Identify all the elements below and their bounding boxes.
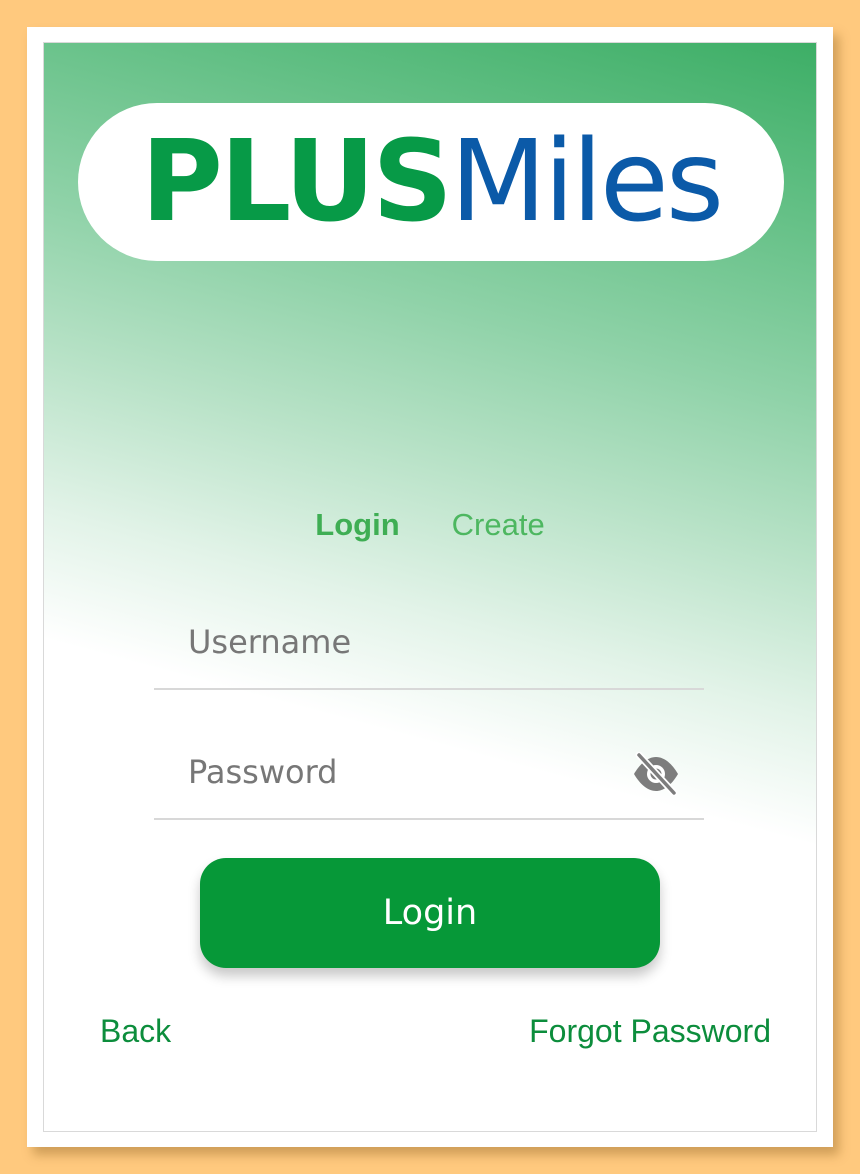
tab-login[interactable]: Login bbox=[315, 505, 399, 545]
app-screen: PLUSMiles Login Create Login Bac bbox=[43, 42, 817, 1132]
tab-create[interactable]: Create bbox=[452, 505, 545, 545]
username-field-container bbox=[154, 596, 704, 690]
eye-slash-icon[interactable] bbox=[632, 751, 680, 797]
logo-plus-text: PLUS bbox=[140, 117, 453, 247]
plusmiles-logo: PLUS Miles bbox=[78, 103, 784, 261]
login-button[interactable]: Login bbox=[200, 858, 660, 968]
password-field-container bbox=[154, 726, 704, 820]
password-input[interactable] bbox=[186, 746, 610, 798]
logo-miles-text: Miles bbox=[449, 117, 724, 247]
forgot-password-link[interactable]: Forgot Password bbox=[529, 1011, 771, 1051]
auth-tabs: Login Create bbox=[44, 505, 816, 545]
back-link[interactable]: Back bbox=[100, 1011, 171, 1051]
screenshot-frame: PLUSMiles Login Create Login Bac bbox=[27, 27, 833, 1147]
logo-wordmark: PLUS Miles bbox=[140, 117, 724, 247]
username-input[interactable] bbox=[186, 616, 610, 668]
